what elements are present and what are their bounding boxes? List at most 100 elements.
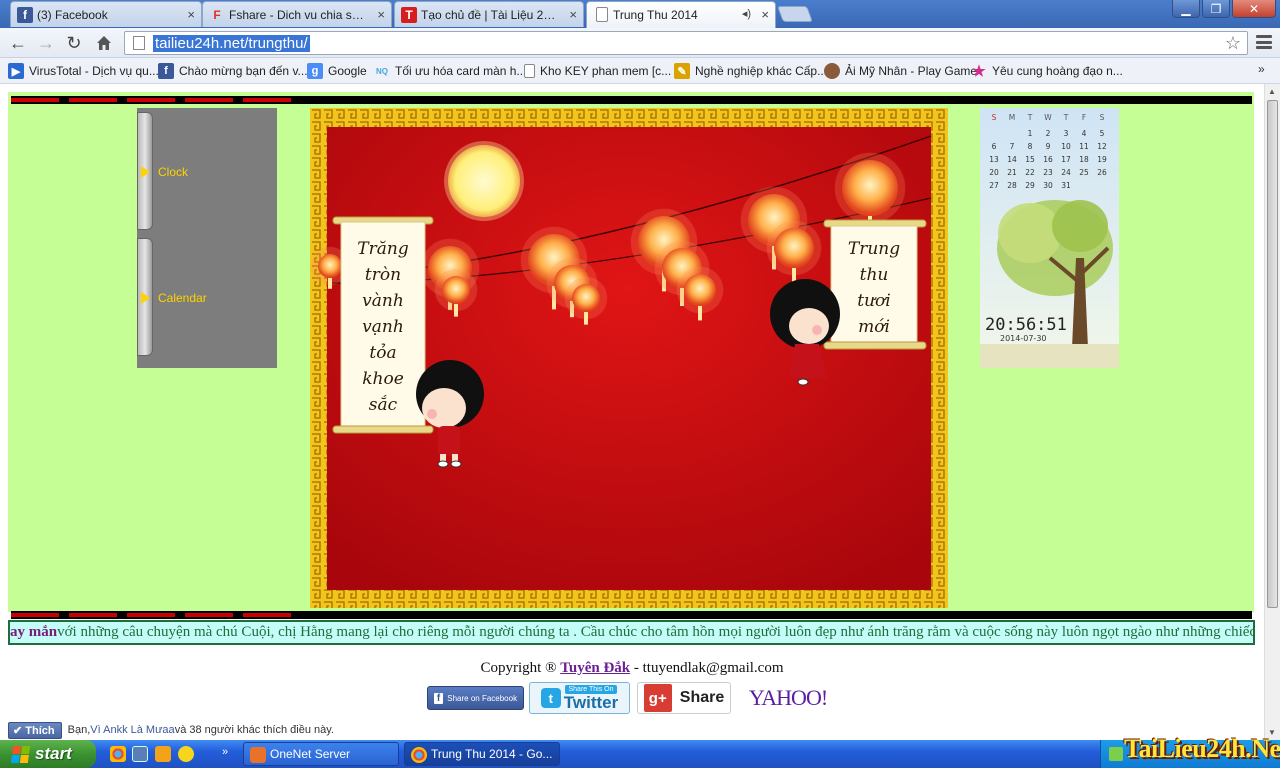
page-icon xyxy=(133,36,145,50)
tab-1[interactable]: f (3) Facebook × xyxy=(10,1,202,27)
page-scrollbar[interactable]: ▲ ▼ xyxy=(1264,84,1280,740)
clock-link[interactable]: Clock xyxy=(141,165,188,179)
bottom-divider xyxy=(11,611,1252,619)
calendar-day: 5 xyxy=(1100,129,1105,138)
windows-taskbar: start » OneNet Server Trung Thu 2014 - Go… xyxy=(0,740,1280,768)
calendar-weekday: T xyxy=(1063,113,1069,122)
google-icon: g xyxy=(307,63,323,79)
calendar-clock-widget: S M T W T F S 1 2 3 4 5 6 7 8 9 10 11 12 13 14 15 16 17 18 19 20 21… xyxy=(980,108,1119,368)
media-quicklaunch-icon[interactable] xyxy=(155,746,171,762)
new-tab-button[interactable] xyxy=(777,6,813,22)
share-facebook-button[interactable]: f Share on Facebook xyxy=(427,686,524,710)
like-button[interactable]: ✔ Thích xyxy=(8,721,62,739)
maximize-button[interactable]: ❐ xyxy=(1202,0,1230,18)
start-button[interactable]: start xyxy=(0,740,96,768)
calendar-day: 6 xyxy=(992,142,997,151)
tab-close-icon[interactable]: × xyxy=(187,7,195,22)
facebook-icon: f xyxy=(17,7,33,23)
reload-button[interactable]: ↻ xyxy=(62,32,86,54)
bookmark-item[interactable]: ★ Yêu cung hoàng đạo n... xyxy=(971,62,1123,80)
scroll-verse-line: tròn xyxy=(365,265,401,285)
scroll-verse-line: vành xyxy=(362,291,404,311)
bookmark-item[interactable]: NQ Tối ưu hóa card màn h... xyxy=(374,62,526,80)
taskbar-item[interactable]: OneNet Server xyxy=(243,742,399,766)
bookmark-label: Nghề nghiệp khác Cấp... xyxy=(695,64,828,78)
tab-close-icon[interactable]: × xyxy=(569,7,577,22)
share-buttons: f Share on Facebook t Share This On Twit… xyxy=(0,682,1264,716)
browser-toolbar: ← → ↻ tailieu24h.net/trungthu/ ☆ xyxy=(0,28,1280,58)
mid-autumn-animation[interactable]: Trăng tròn vành vạnh tỏa khoe sắc Trung thu tươi… xyxy=(310,108,948,608)
scroll-verse-line: khoe xyxy=(362,369,404,389)
url-text[interactable]: tailieu24h.net/trungthu/ xyxy=(153,34,310,52)
scroll-verse-line: sắc xyxy=(369,395,398,415)
bookmark-item[interactable]: Ải Mỹ Nhân - Play Game xyxy=(824,62,977,80)
calendar-link[interactable]: Calendar xyxy=(141,291,207,305)
facebook-icon: f xyxy=(158,63,174,79)
reload-icon: ↻ xyxy=(66,32,82,53)
tab-close-icon[interactable]: × xyxy=(377,7,385,22)
share-google-plus-button[interactable]: g+ Share xyxy=(637,682,731,714)
calendar-day: 16 xyxy=(1043,155,1053,164)
author-link[interactable]: Tuyên Đắk xyxy=(560,660,630,676)
calendar-day: 1 xyxy=(1028,129,1033,138)
scroll-verse-line: mới xyxy=(858,317,890,337)
smiley-quicklaunch-icon[interactable] xyxy=(178,746,194,762)
calendar-day: 12 xyxy=(1097,142,1107,151)
home-icon xyxy=(97,36,111,50)
bookmark-item[interactable]: ▶ VirusTotal - Dịch vụ qu... xyxy=(8,62,159,80)
quicklaunch-overflow[interactable]: » xyxy=(222,746,228,758)
bookmark-item[interactable]: g Google xyxy=(307,62,367,80)
minimize-button[interactable]: ▁ xyxy=(1172,0,1200,18)
lantern-icon xyxy=(684,274,716,306)
desktop-quicklaunch-icon[interactable] xyxy=(132,746,148,762)
tab-2[interactable]: F Fshare - Dich vu chia se, luu × xyxy=(202,1,392,27)
taskbar-item-label: OneNet Server xyxy=(270,747,351,761)
bookmark-item[interactable]: f Chào mừng bạn đến v... xyxy=(158,62,308,80)
address-bar[interactable]: tailieu24h.net/trungthu/ ☆ xyxy=(124,31,1248,55)
scroll-verse-line: tươi xyxy=(857,291,890,311)
bookmark-item[interactable]: Kho KEY phan mem [c... xyxy=(524,62,671,80)
close-window-button[interactable]: ✕ xyxy=(1232,0,1276,18)
friend-link[interactable]: Vì Ankk Là Mưaa xyxy=(90,724,174,736)
bookmark-item[interactable]: ✎ Nghề nghiệp khác Cấp... xyxy=(674,62,827,80)
calendar-day: 10 xyxy=(1061,142,1071,151)
tab-3[interactable]: T Tạo chủ đề | Tài Liệu 24h - Tì × xyxy=(394,1,584,27)
scroll-verse-line: Trung xyxy=(848,239,900,259)
forward-button[interactable]: → xyxy=(34,32,58,54)
home-button[interactable] xyxy=(92,32,116,54)
share-yahoo-button[interactable]: YAHOO! xyxy=(746,682,830,714)
calendar-day: 13 xyxy=(989,155,999,164)
calendar-clock-svg: S M T W T F S1 2 3 4 56 7 8 9 10 11 1213 14 15 16 17 18 1920 21… xyxy=(980,108,1119,368)
calendar-day: 8 xyxy=(1028,142,1033,151)
tab-close-icon[interactable]: × xyxy=(761,7,769,22)
network-tray-icon[interactable] xyxy=(1109,747,1123,761)
tab-4[interactable]: Trung Thu 2014 ◂) × xyxy=(586,1,776,28)
tab-label: Fshare - Dich vu chia se, luu xyxy=(229,7,367,22)
lantern-icon xyxy=(442,276,470,304)
bookmarks-bar: ▶ VirusTotal - Dịch vụ qu... f Chào mừng bạ… xyxy=(0,58,1280,84)
back-button[interactable]: ← xyxy=(6,32,30,54)
scrollbar-thumb[interactable] xyxy=(1267,100,1278,608)
calendar-day: 25 xyxy=(1079,168,1089,177)
share-twitter-button[interactable]: t Share This On Twitter xyxy=(529,682,630,714)
clock-date: 2014-07-30 xyxy=(1000,334,1047,343)
calendar-day: 18 xyxy=(1079,155,1089,164)
chrome-menu-icon[interactable] xyxy=(1256,34,1272,50)
triangle-right-icon xyxy=(141,292,150,304)
calendar-day: 11 xyxy=(1079,142,1089,151)
calendar-day: 30 xyxy=(1043,181,1053,190)
chrome-quicklaunch-icon[interactable] xyxy=(110,746,126,762)
virustotal-icon: ▶ xyxy=(8,63,24,79)
page-icon xyxy=(596,7,608,22)
taskbar-item[interactable]: Trung Thu 2014 - Go... xyxy=(404,742,560,766)
marquee-highlight: ay mắn xyxy=(10,624,58,640)
fshare-icon: F xyxy=(213,8,221,22)
bookmark-star-icon[interactable]: ☆ xyxy=(1225,33,1241,54)
web-page: Clock Calendar Trăng tròn vành vạnh tỏa … xyxy=(0,84,1264,740)
bookmark-label: Ải Mỹ Nhân - Play Game xyxy=(845,64,978,78)
facebook-icon: f xyxy=(433,692,444,704)
bookmarks-overflow-button[interactable]: » xyxy=(1258,62,1265,76)
clock-time: 20:56:51 xyxy=(985,315,1067,335)
top-divider xyxy=(11,96,1252,104)
scroll-up-icon[interactable]: ▲ xyxy=(1268,87,1276,96)
